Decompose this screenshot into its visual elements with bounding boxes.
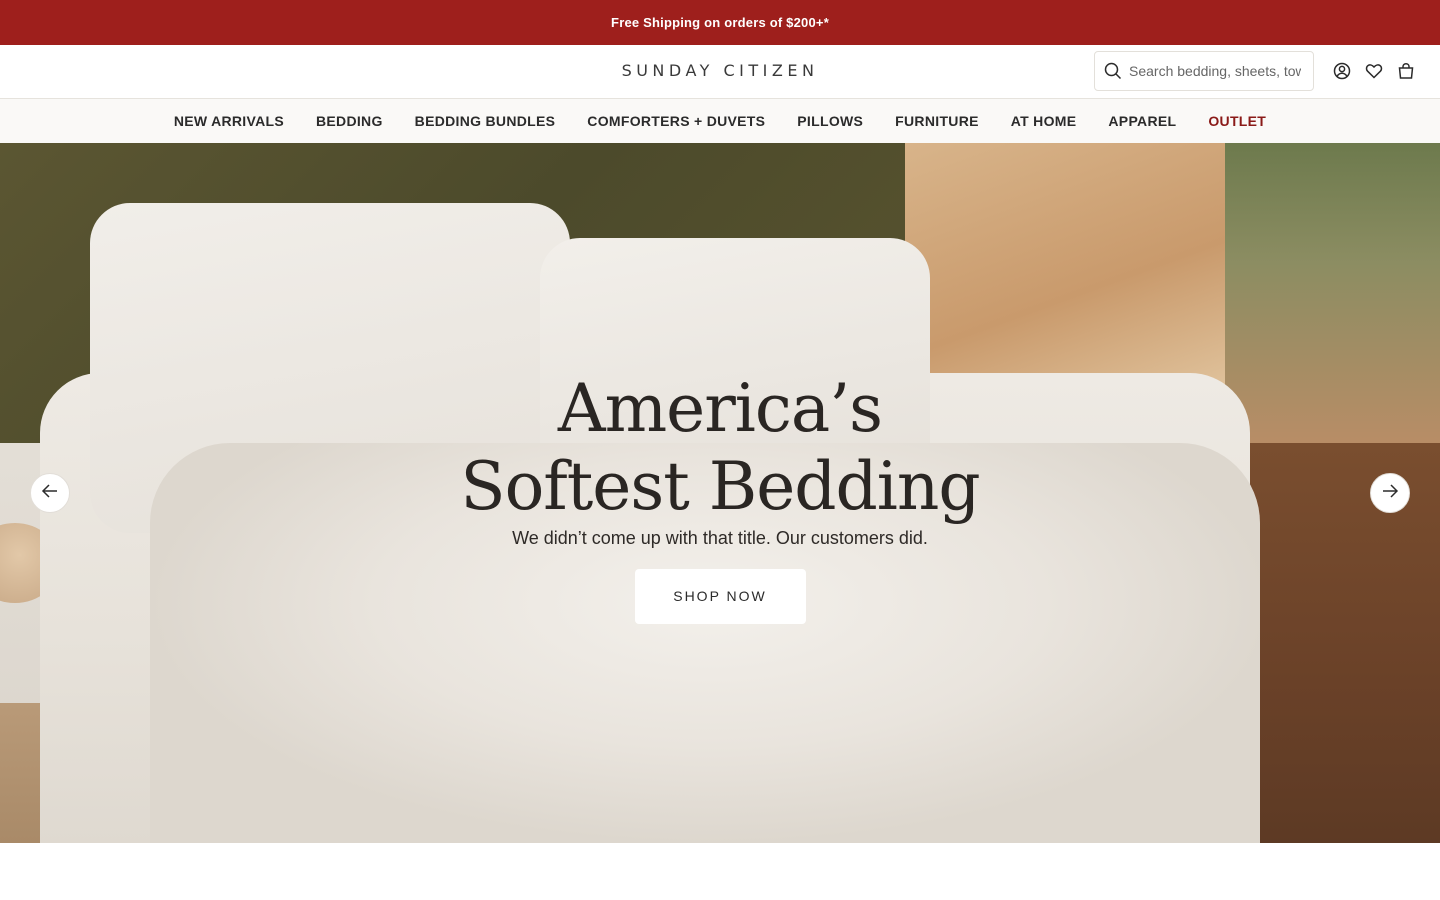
carousel-prev-button[interactable]	[30, 473, 70, 513]
nav-item-at-home[interactable]: AT HOME	[1011, 113, 1077, 129]
nav-item-new-arrivals[interactable]: NEW ARRIVALS	[174, 113, 284, 129]
announcement-text: Free Shipping on orders of $200+*	[611, 15, 829, 30]
site-header: SUNDAY CITIZEN	[0, 45, 1440, 99]
search-icon[interactable]	[1103, 61, 1123, 81]
account-icon[interactable]	[1332, 61, 1352, 81]
hero-title: America’s Softest Bedding	[460, 370, 980, 525]
nav-item-bedding[interactable]: BEDDING	[316, 113, 383, 129]
arrow-right-icon	[1380, 481, 1400, 506]
bag-icon[interactable]	[1396, 61, 1416, 81]
nav-item-pillows[interactable]: PILLOWS	[797, 113, 863, 129]
announcement-bar: Free Shipping on orders of $200+*	[0, 0, 1440, 45]
nav-item-apparel[interactable]: APPAREL	[1108, 113, 1176, 129]
carousel-next-button[interactable]	[1370, 473, 1410, 513]
hero-subtitle: We didn’t come up with that title. Our c…	[512, 528, 928, 548]
nav-item-comforters-duvets[interactable]: COMFORTERS + DUVETS	[587, 113, 765, 129]
logo-text[interactable]: SUNDAY CITIZEN	[622, 61, 819, 80]
arrow-left-icon	[40, 481, 60, 506]
nav-item-outlet[interactable]: OUTLET	[1208, 113, 1266, 129]
search-input[interactable]	[1129, 63, 1301, 79]
nav-item-furniture[interactable]: FURNITURE	[895, 113, 979, 129]
header-icons	[1332, 61, 1416, 81]
search-box[interactable]	[1094, 51, 1314, 91]
below-hero-area	[0, 843, 1440, 900]
nav-item-bedding-bundles[interactable]: BEDDING BUNDLES	[415, 113, 556, 129]
hero-content: America’s Softest Bedding We didn’t come…	[0, 370, 1440, 624]
main-nav: NEW ARRIVALS BEDDING BEDDING BUNDLES COM…	[0, 99, 1440, 143]
shop-now-button[interactable]: SHOP NOW	[634, 569, 806, 624]
heart-icon[interactable]	[1364, 61, 1384, 81]
